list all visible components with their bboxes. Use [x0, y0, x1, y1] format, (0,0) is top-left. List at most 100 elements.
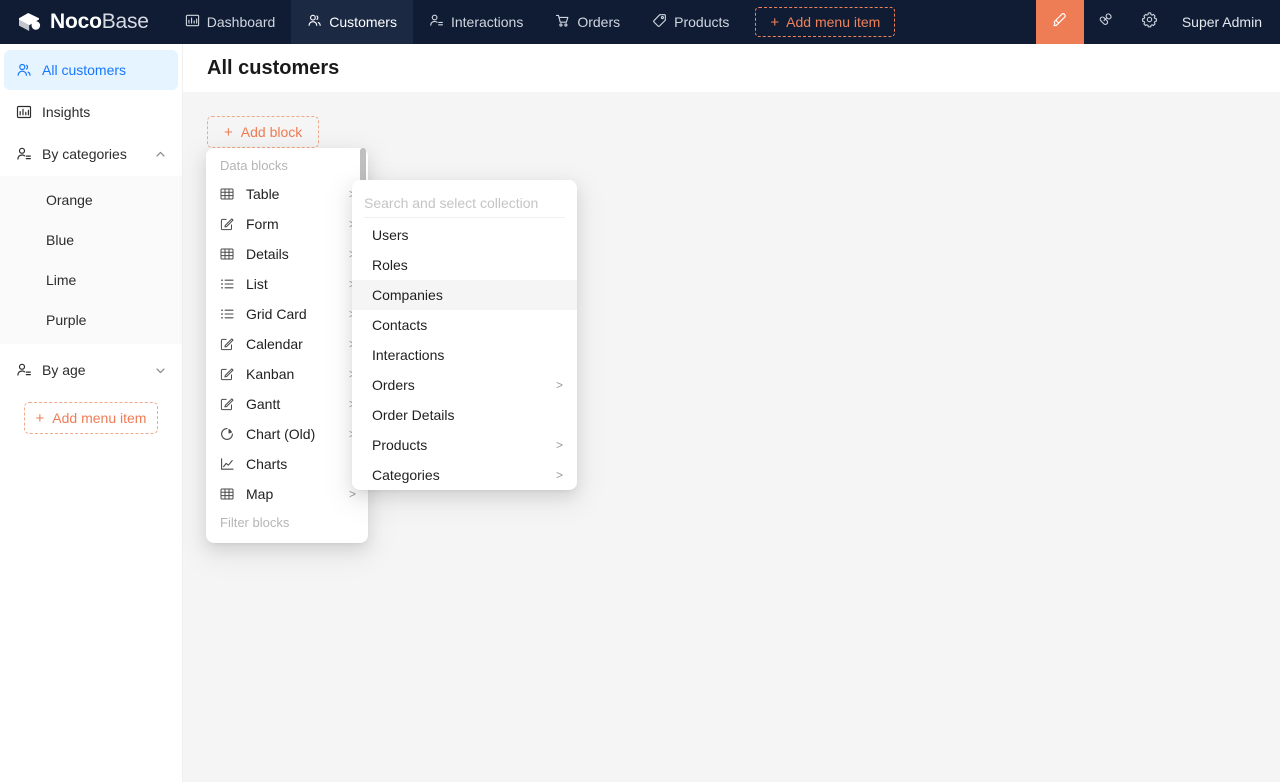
collection-search-input[interactable]: [364, 188, 565, 218]
collection-item-companies[interactable]: Companies: [352, 280, 577, 310]
block-menu-item-grid-card[interactable]: Grid Card >: [210, 299, 364, 329]
block-menu-item-table[interactable]: Table >: [210, 179, 364, 209]
sidebar-item-lime[interactable]: Lime: [0, 260, 182, 300]
collection-item-order-details[interactable]: Order Details: [352, 400, 577, 430]
collection-item-products[interactable]: Products >: [352, 430, 577, 460]
block-menu-item-grid-card-label: Grid Card: [246, 306, 307, 322]
table-grid-icon: [220, 487, 236, 501]
block-menu-item-details[interactable]: Details >: [210, 239, 364, 269]
tab-orders-label: Orders: [577, 14, 621, 30]
form-edit-icon: [220, 397, 236, 411]
sidebar: All customers Insights By categories Ora…: [0, 44, 183, 782]
highlighter-icon: [1050, 10, 1069, 34]
block-menu-item-table-label: Table: [246, 186, 280, 202]
sidebar-item-lime-label: Lime: [46, 272, 77, 288]
sidebar-item-blue[interactable]: Blue: [0, 220, 182, 260]
tab-interactions-label: Interactions: [450, 14, 524, 30]
collection-item-categories[interactable]: Categories >: [352, 460, 577, 490]
brand-logo-area[interactable]: NocoBase: [0, 0, 169, 44]
block-menu-item-list-label: List: [246, 276, 268, 292]
add-block-button[interactable]: + Add block: [207, 116, 320, 148]
sidebar-item-by-age-label: By age: [42, 362, 86, 378]
chevron-right-icon: >: [555, 378, 563, 392]
sidebar-item-all-customers[interactable]: All customers: [4, 50, 178, 90]
sidebar-add-menu-item-button[interactable]: + Add menu item: [24, 402, 158, 434]
sidebar-item-by-categories[interactable]: By categories: [4, 134, 178, 174]
top-header: NocoBase Dashboard Customers Interaction…: [0, 0, 1280, 44]
plugin-manager-button[interactable]: [1084, 0, 1128, 44]
block-menu-item-gantt[interactable]: Gantt >: [210, 389, 364, 419]
list-icon: [220, 307, 236, 321]
sidebar-item-purple-label: Purple: [46, 312, 87, 328]
tab-orders[interactable]: Orders: [539, 0, 636, 44]
block-menu-item-charts[interactable]: Charts: [210, 449, 364, 479]
collection-item-interactions[interactable]: Interactions: [352, 340, 577, 370]
block-menu-item-kanban[interactable]: Kanban >: [210, 359, 364, 389]
chevron-up-icon[interactable]: [155, 149, 166, 160]
tab-customers[interactable]: Customers: [291, 0, 413, 44]
shopping-cart-icon: [555, 13, 570, 31]
collection-item-contacts[interactable]: Contacts: [352, 310, 577, 340]
chevron-down-icon[interactable]: [155, 365, 166, 376]
data-blocks-group-title: Data blocks: [220, 158, 288, 173]
plus-icon: +: [770, 13, 780, 31]
page-title: All customers: [207, 56, 340, 79]
collection-item-contacts-label: Contacts: [372, 317, 428, 333]
block-menu-item-list[interactable]: List >: [210, 269, 364, 299]
top-nav-tabs: Dashboard Customers Interactions Orders …: [169, 0, 896, 44]
block-menu-item-form[interactable]: Form >: [210, 209, 364, 239]
plus-icon: +: [224, 123, 233, 141]
sidebar-item-by-age[interactable]: By age: [4, 350, 178, 390]
tab-customers-label: Customers: [329, 14, 397, 30]
sidebar-item-orange[interactable]: Orange: [0, 180, 182, 220]
top-right-actions: Super Admin: [1035, 0, 1280, 44]
brand-name-noco: Noco: [50, 10, 102, 33]
tab-dashboard[interactable]: Dashboard: [169, 0, 292, 44]
sidebar-item-by-categories-label: By categories: [42, 146, 127, 162]
collection-item-users[interactable]: Users: [352, 220, 577, 250]
add-block-label: Add block: [240, 124, 303, 140]
block-type-menu: Data blocks Table > Form > Details > Lis…: [206, 148, 368, 543]
bar-chart-icon: [185, 13, 200, 31]
user-group-icon: [16, 62, 32, 78]
tab-products[interactable]: Products: [636, 0, 745, 44]
sidebar-item-blue-label: Blue: [46, 232, 75, 248]
tab-products-label: Products: [674, 14, 730, 30]
gear-icon: [1141, 11, 1158, 33]
block-menu-item-charts-label: Charts: [246, 456, 288, 472]
block-menu-scrollbar[interactable]: [360, 148, 366, 184]
collection-item-order-details-label: Order Details: [372, 407, 455, 423]
sidebar-item-purple[interactable]: Purple: [0, 300, 182, 340]
plugin-link-icon: [1097, 11, 1114, 33]
filter-blocks-group-title: Filter blocks: [220, 515, 290, 530]
form-edit-icon: [220, 337, 236, 351]
sidebar-item-insights-label: Insights: [42, 104, 91, 120]
settings-button[interactable]: [1128, 0, 1172, 44]
collection-select-menu: Users Roles Companies Contacts Interacti…: [352, 180, 577, 490]
block-menu-item-calendar[interactable]: Calendar >: [210, 329, 364, 359]
block-menu-item-chart-old[interactable]: Chart (Old) >: [210, 419, 364, 449]
ui-editor-toggle-button[interactable]: [1035, 0, 1084, 44]
add-menu-item-button[interactable]: + Add menu item: [755, 7, 896, 37]
table-grid-icon: [220, 187, 236, 201]
table-grid-icon: [220, 247, 236, 261]
user-menu[interactable]: Super Admin: [1172, 0, 1280, 44]
nocobase-cube-logo-icon: [16, 9, 42, 35]
page-header: All customers: [183, 44, 1280, 92]
collection-item-categories-label: Categories: [372, 467, 440, 483]
collection-item-interactions-label: Interactions: [372, 347, 445, 363]
user-switch-icon: [16, 362, 32, 378]
tab-dashboard-label: Dashboard: [206, 14, 276, 30]
brand-name-base: Base: [101, 10, 149, 33]
add-menu-item-label: Add menu item: [786, 14, 881, 30]
block-menu-item-map[interactable]: Map >: [210, 479, 364, 509]
collection-item-roles[interactable]: Roles: [352, 250, 577, 280]
collection-item-roles-label: Roles: [372, 257, 408, 273]
sidebar-item-all-customers-label: All customers: [42, 62, 127, 78]
sidebar-item-orange-label: Orange: [46, 192, 93, 208]
user-name-label: Super Admin: [1181, 14, 1262, 30]
tab-interactions[interactable]: Interactions: [413, 0, 539, 44]
sidebar-item-insights[interactable]: Insights: [4, 92, 178, 132]
collection-item-orders[interactable]: Orders >: [352, 370, 577, 400]
bar-chart-icon: [16, 104, 32, 120]
